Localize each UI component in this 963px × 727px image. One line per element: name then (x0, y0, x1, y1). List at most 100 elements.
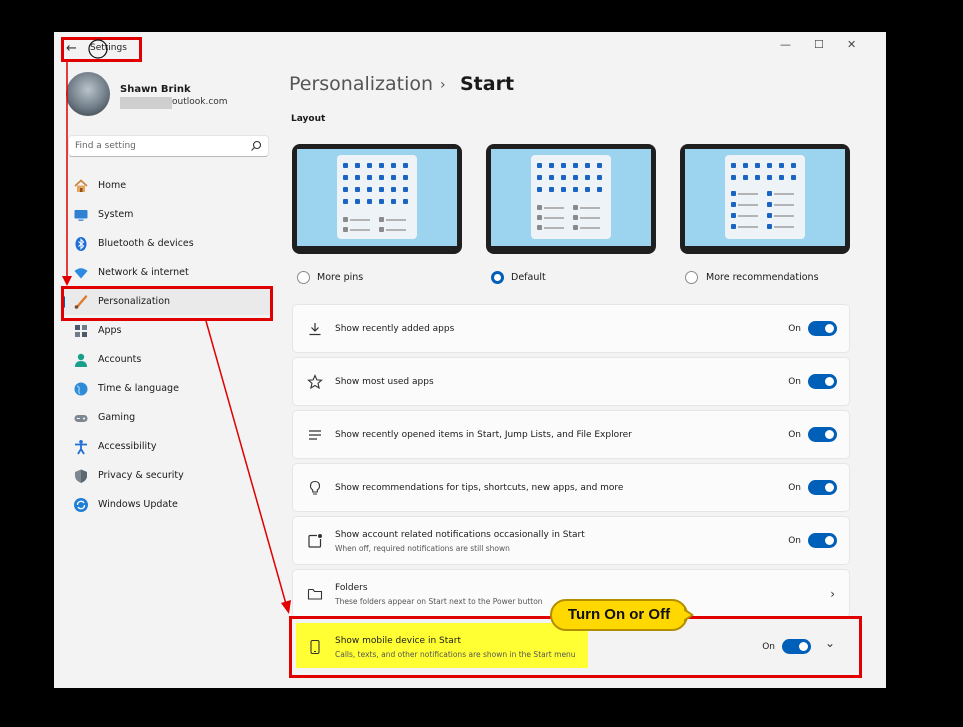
preview-recommendation (731, 224, 736, 229)
preview-pin (403, 175, 408, 180)
preview-pin (355, 187, 360, 192)
preview-text-line (350, 229, 370, 231)
preview-text-line (774, 215, 794, 217)
preview-pin (367, 175, 372, 180)
preview-pin (767, 163, 772, 168)
sidebar-item-home[interactable]: Home (62, 173, 272, 199)
search-box (68, 135, 269, 157)
sidebar-item-label: Privacy & security (98, 470, 184, 481)
preview-pin (597, 187, 602, 192)
layout-section-title: Layout (291, 114, 326, 124)
preview-recommendation (537, 205, 542, 210)
sidebar-item-accounts[interactable]: Accounts (62, 347, 272, 373)
preview-pin (561, 187, 566, 192)
breadcrumb-parent[interactable]: Personalization (289, 73, 433, 95)
preview-pin (779, 163, 784, 168)
setting-recently-added-apps[interactable]: Show recently added apps On (292, 304, 850, 353)
preview-recommendation (343, 227, 348, 232)
preview-text-line (738, 226, 758, 228)
preview-pin (779, 175, 784, 180)
annotation-box-personalization (61, 286, 273, 321)
shield-icon (75, 469, 87, 483)
preview-pin (343, 187, 348, 192)
sidebar-item-system[interactable]: System (62, 202, 272, 228)
sidebar-item-accessibility[interactable]: Accessibility (62, 434, 272, 460)
close-button[interactable]: ✕ (847, 38, 856, 51)
chevron-right-icon[interactable]: › (830, 587, 835, 601)
preview-text-line (774, 193, 794, 195)
list-icon (309, 430, 321, 440)
preview-pin (391, 175, 396, 180)
search-input[interactable] (69, 136, 249, 156)
sidebar-item-network[interactable]: Network & internet (62, 260, 272, 286)
monitor-icon (74, 210, 88, 221)
preview-recommendation (731, 202, 736, 207)
toggle-knob (825, 430, 834, 439)
gamepad-icon (74, 415, 88, 422)
sidebar-item-bluetooth[interactable]: Bluetooth & devices (62, 231, 272, 257)
preview-text-line (580, 217, 600, 219)
avatar[interactable] (66, 72, 110, 116)
preview-pin (391, 163, 396, 168)
sidebar-item-privacy[interactable]: Privacy & security (62, 463, 272, 489)
sidebar-item-label: Accessibility (98, 441, 157, 452)
preview-text-line (580, 227, 600, 229)
annotation-box-settings-title (61, 37, 142, 62)
preview-pin (561, 175, 566, 180)
toggle-state-label: On (788, 377, 801, 387)
preview-pin (597, 163, 602, 168)
layout-preview-default[interactable] (486, 144, 656, 254)
toggle-switch[interactable] (808, 427, 837, 442)
radio-more-recommendations[interactable] (685, 271, 698, 284)
preview-pin (597, 175, 602, 180)
maximize-button[interactable]: ☐ (814, 38, 824, 51)
setting-title: Folders (335, 583, 368, 593)
preview-pin (403, 199, 408, 204)
start-menu-preview (337, 155, 417, 239)
search-icon[interactable] (250, 140, 262, 152)
preview-recommendation (573, 215, 578, 220)
preview-pin (355, 175, 360, 180)
setting-recently-opened-items[interactable]: Show recently opened items in Start, Jum… (292, 410, 850, 459)
radio-more-pins[interactable] (297, 271, 310, 284)
preview-text-line (774, 226, 794, 228)
preview-text-line (738, 215, 758, 217)
minimize-button[interactable]: — (780, 38, 791, 51)
email-redaction (120, 97, 172, 109)
sidebar-item-apps[interactable]: Apps (62, 318, 272, 344)
radio-label-more-pins: More pins (317, 272, 364, 283)
sidebar-item-label: Network & internet (98, 267, 189, 278)
setting-most-used-apps[interactable]: Show most used apps On (292, 357, 850, 406)
accessibility-icon (75, 440, 87, 455)
toggle-switch[interactable] (808, 321, 837, 336)
preview-pin (573, 187, 578, 192)
preview-pin (755, 175, 760, 180)
sidebar-item-time-language[interactable]: Time & language (62, 376, 272, 402)
preview-pin (355, 163, 360, 168)
toggle-switch[interactable] (808, 374, 837, 389)
preview-pin (391, 199, 396, 204)
preview-text-line (386, 219, 406, 221)
setting-recommendations-tips[interactable]: Show recommendations for tips, shortcuts… (292, 463, 850, 512)
start-menu-preview (725, 155, 805, 239)
preview-pin (355, 199, 360, 204)
layout-preview-more-pins[interactable] (292, 144, 462, 254)
preview-text-line (580, 207, 600, 209)
preview-pin (367, 187, 372, 192)
radio-label-default: Default (511, 272, 546, 283)
preview-recommendation (379, 217, 384, 222)
sidebar-item-gaming[interactable]: Gaming (62, 405, 272, 431)
toggle-switch[interactable] (808, 480, 837, 495)
preview-pin (343, 163, 348, 168)
radio-default[interactable] (491, 271, 504, 284)
toggle-switch[interactable] (808, 533, 837, 548)
sidebar-item-windows-update[interactable]: Windows Update (62, 492, 272, 518)
layout-preview-more-recommendations[interactable] (680, 144, 850, 254)
sidebar-item-label: Accounts (98, 354, 142, 365)
preview-pin (343, 199, 348, 204)
setting-account-notifications[interactable]: Show account related notifications occas… (292, 516, 850, 565)
preview-pin (379, 199, 384, 204)
preview-pin (755, 163, 760, 168)
preview-text-line (386, 229, 406, 231)
preview-pin (379, 175, 384, 180)
